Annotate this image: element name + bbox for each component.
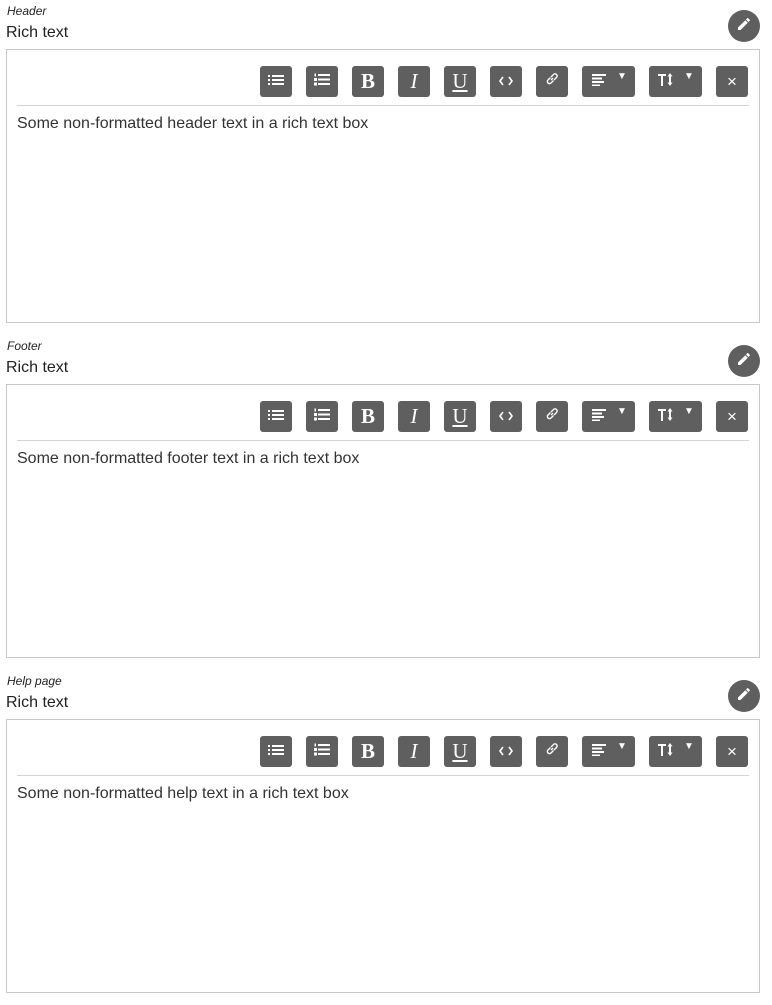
underline-icon: U [452,739,468,763]
italic-button[interactable]: I [398,401,430,432]
bold-icon: B [360,739,375,763]
align-dropdown[interactable]: ▼ [582,736,635,767]
chevron-down-icon: ▼ [617,741,627,752]
underline-button[interactable]: U [444,736,476,767]
text-size-icon [658,407,674,426]
bold-icon: B [360,404,375,428]
close-icon: × [727,741,737,761]
remove-format-button[interactable]: × [716,736,748,767]
close-icon: × [727,406,737,426]
chevron-down-icon: ▼ [684,406,694,417]
code-button[interactable] [490,66,522,97]
code-icon [499,73,513,91]
italic-icon: I [410,69,418,93]
bold-button[interactable]: B [352,66,384,97]
italic-button[interactable]: I [398,66,430,97]
pencil-icon [736,686,752,707]
text-size-dropdown[interactable]: ▼ [649,401,702,432]
rich-text-section: Help page Rich text B I U ▼ ▼ × Some non… [0,670,772,1005]
chevron-down-icon: ▼ [684,71,694,82]
bold-button[interactable]: B [352,401,384,432]
numbered-list-button[interactable] [306,401,338,432]
edit-button[interactable] [728,10,760,42]
section-label: Help page [7,674,62,688]
align-dropdown[interactable]: ▼ [582,66,635,97]
editor-toolbar: B I U ▼ ▼ × [7,720,759,776]
bulleted-list-icon [268,743,284,761]
bold-icon: B [360,69,375,93]
section-type-label: Rich text [6,359,69,376]
underline-button[interactable]: U [444,66,476,97]
rich-text-editor[interactable]: B I U [6,49,760,323]
underline-icon: U [452,404,468,428]
edit-button[interactable] [728,345,760,377]
section-type-label: Rich text [6,24,69,41]
toolbar-divider [17,105,749,106]
rich-text-section: Footer Rich text B I U ▼ ▼ × Some non-fo… [0,335,772,670]
align-dropdown[interactable]: ▼ [582,401,635,432]
bulleted-list-button[interactable] [260,401,292,432]
italic-icon: I [410,404,418,428]
text-size-icon [658,72,674,91]
rich-text-section: Header Rich text B I U ▼ ▼ × Some non-fo… [0,0,772,335]
rich-text-editor[interactable]: B I U [6,384,760,658]
numbered-list-icon [314,73,330,91]
bulleted-list-button[interactable] [260,736,292,767]
remove-format-button[interactable]: × [716,401,748,432]
numbered-list-button[interactable] [306,66,338,97]
code-icon [499,743,513,761]
edit-button[interactable] [728,680,760,712]
link-icon [545,407,559,426]
text-size-icon [658,742,674,761]
editor-content[interactable]: Some non-formatted header text in a rich… [17,115,368,133]
bulleted-list-icon [268,408,284,426]
section-label: Header [7,4,47,18]
remove-format-button[interactable]: × [716,66,748,97]
link-button[interactable] [536,401,568,432]
italic-button[interactable]: I [398,736,430,767]
numbered-list-button[interactable] [306,736,338,767]
section-type-label: Rich text [6,694,69,711]
link-icon [545,72,559,91]
editor-content[interactable]: Some non-formatted footer text in a rich… [17,450,359,468]
editor-content[interactable]: Some non-formatted help text in a rich t… [17,785,349,803]
link-button[interactable] [536,736,568,767]
numbered-list-icon [314,408,330,426]
toolbar-divider [17,775,749,776]
link-icon [545,742,559,761]
text-size-dropdown[interactable]: ▼ [649,736,702,767]
align-icon [592,408,606,426]
bold-button[interactable]: B [352,736,384,767]
underline-icon: U [452,69,468,93]
close-icon: × [727,71,737,91]
bulleted-list-button[interactable] [260,66,292,97]
code-button[interactable] [490,401,522,432]
editor-toolbar: B I U ▼ ▼ × [7,50,759,106]
editor-toolbar: B I U ▼ ▼ × [7,385,759,441]
chevron-down-icon: ▼ [684,741,694,752]
pencil-icon [736,351,752,372]
pencil-icon [736,16,752,37]
chevron-down-icon: ▼ [617,71,627,82]
numbered-list-icon [314,743,330,761]
toolbar-divider [17,440,749,441]
code-button[interactable] [490,736,522,767]
rich-text-editor[interactable]: B I U [6,719,760,993]
align-icon [592,743,606,761]
chevron-down-icon: ▼ [617,406,627,417]
bulleted-list-icon [268,73,284,91]
section-label: Footer [7,339,42,353]
underline-button[interactable]: U [444,401,476,432]
link-button[interactable] [536,66,568,97]
italic-icon: I [410,739,418,763]
align-icon [592,73,606,91]
code-icon [499,408,513,426]
text-size-dropdown[interactable]: ▼ [649,66,702,97]
